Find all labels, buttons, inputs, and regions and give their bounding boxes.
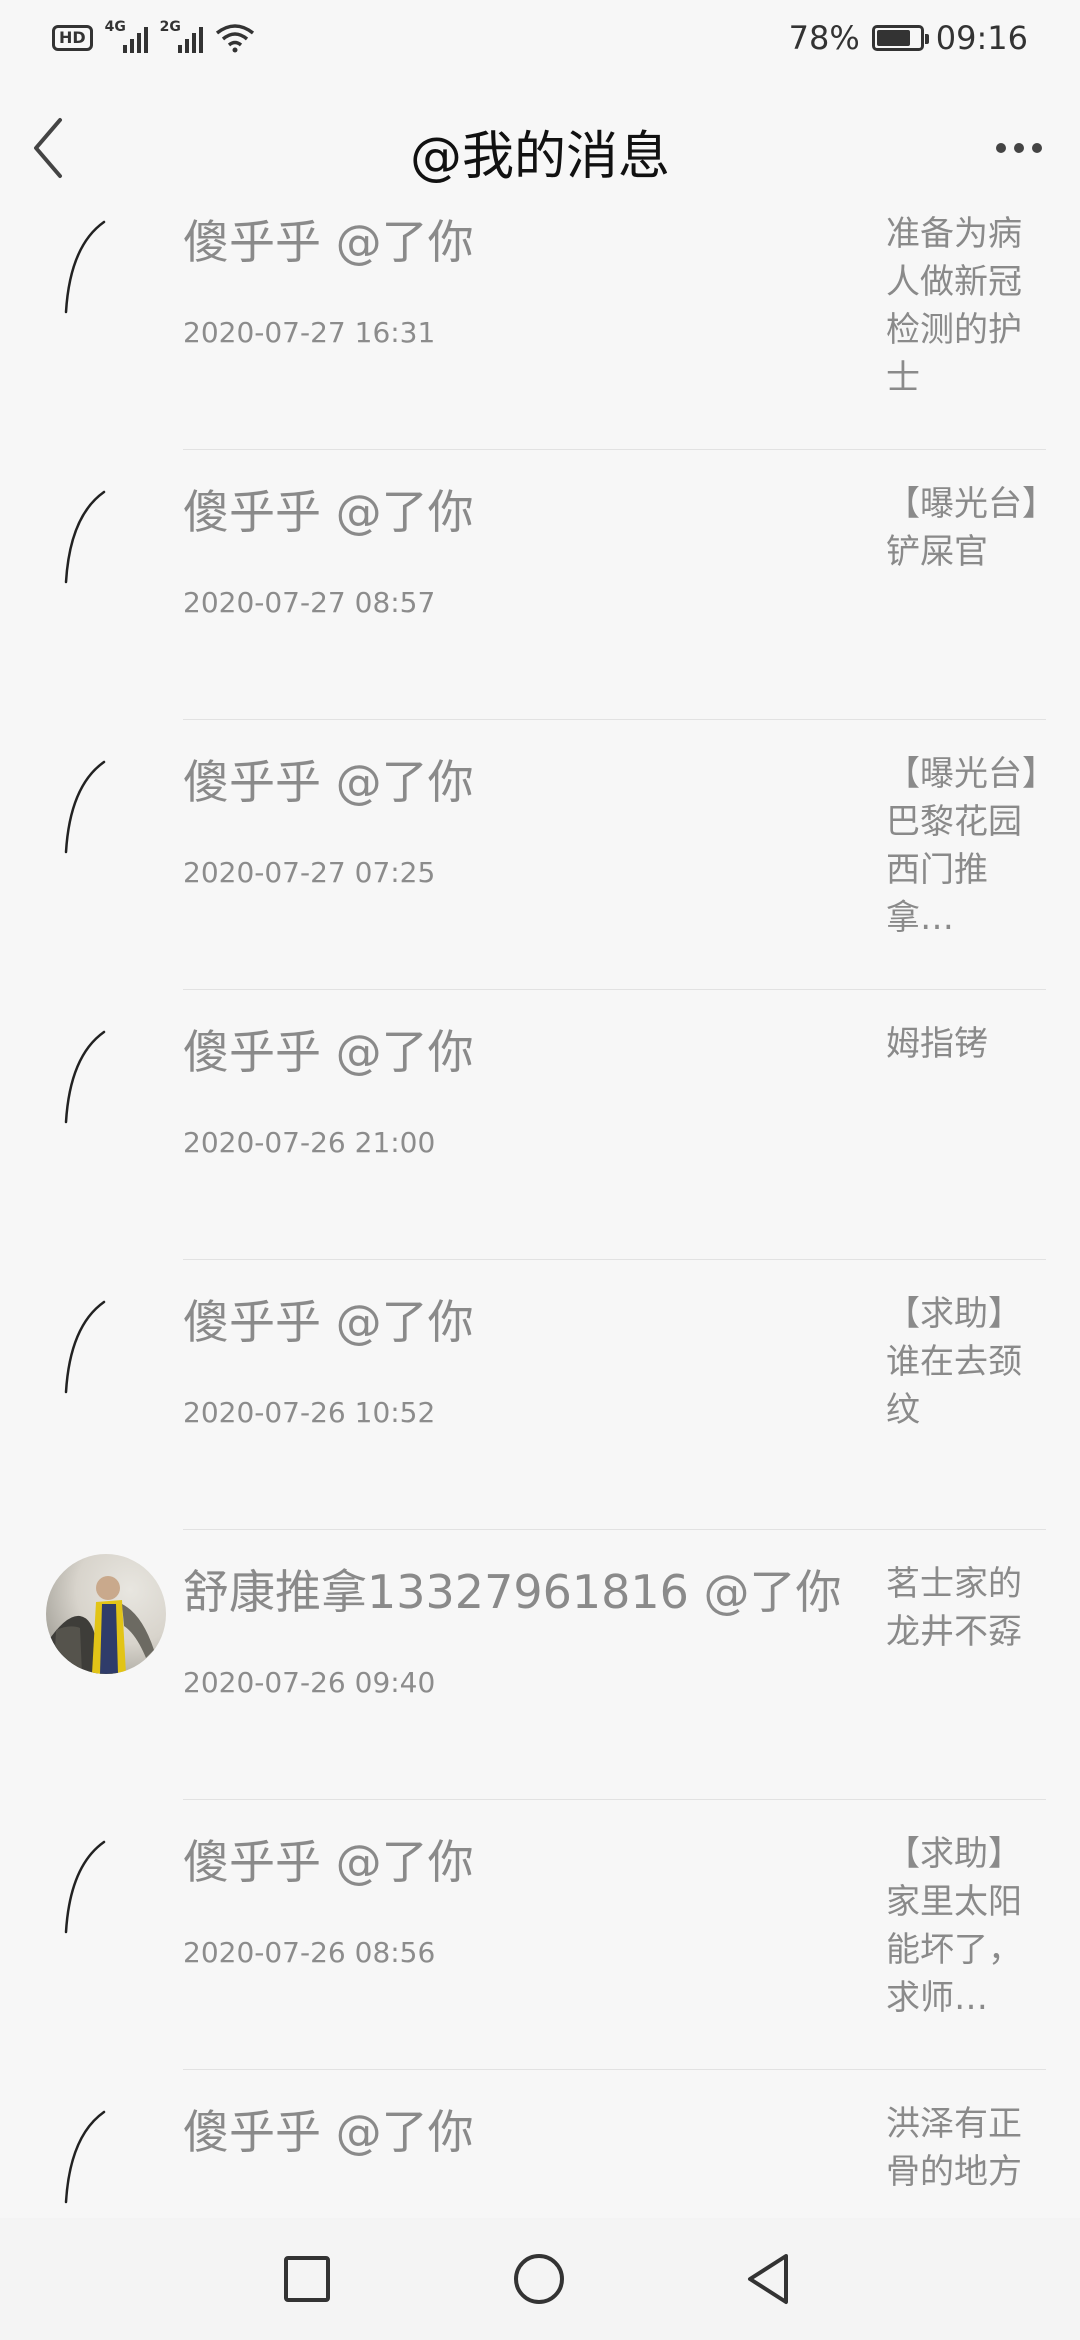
message-item[interactable]: 傻乎乎 @了你 2020-07-26 10:52 【求助】谁在去颈纹: [0, 1260, 1080, 1530]
post-snippet[interactable]: 姆指铐: [886, 1020, 1046, 1068]
status-left: HD 4G 2G: [52, 19, 255, 56]
more-options-button[interactable]: [986, 118, 1052, 178]
sender-name[interactable]: 舒康推拿13327961816 @了你: [183, 1556, 842, 1622]
avatar-photo-image: [46, 1576, 154, 1674]
more-dot: [1014, 143, 1024, 153]
sender-name[interactable]: 傻乎乎 @了你: [183, 1016, 474, 1082]
home-button[interactable]: [506, 2246, 572, 2312]
more-dot: [1032, 143, 1042, 153]
message-time: 2020-07-27 16:31: [183, 316, 436, 349]
avatar[interactable]: [46, 1554, 166, 1674]
avatar-loading-icon[interactable]: [46, 1018, 168, 1140]
message-time: 2020-07-26 08:56: [183, 1936, 436, 1969]
message-time: 2020-07-26 10:52: [183, 1396, 436, 1429]
post-snippet[interactable]: 洪泽有正骨的地方: [886, 2100, 1046, 2196]
message-time: 2020-07-26 09:40: [183, 1666, 436, 1699]
sender-name[interactable]: 傻乎乎 @了你: [183, 1286, 474, 1352]
message-list: 傻乎乎 @了你 2020-07-27 16:31 准备为病人做新冠检测的护士 傻…: [0, 180, 1080, 2220]
network-type-2g: 2G: [159, 19, 181, 35]
page-title: @我的消息: [409, 127, 670, 187]
back-nav-button[interactable]: [736, 2246, 802, 2312]
battery-percent: 78%: [788, 19, 860, 57]
sender-name[interactable]: 傻乎乎 @了你: [183, 746, 474, 812]
avatar-loading-icon[interactable]: [46, 478, 168, 600]
screen: HD 4G 2G 78% 09:16 @我的消息 傻乎乎 @了你 2020-07…: [0, 0, 1080, 2340]
post-snippet[interactable]: 【曝光台】巴黎花园西门推拿…: [886, 750, 1046, 942]
message-item[interactable]: 傻乎乎 @了你 2020-07-27 07:25 【曝光台】巴黎花园西门推拿…: [0, 720, 1080, 990]
hd-badge: HD: [52, 25, 93, 51]
signal-icon-4g: 4G: [105, 19, 148, 53]
system-nav-bar: [0, 2218, 1080, 2340]
post-snippet[interactable]: 茗士家的龙井不孬: [886, 1560, 1046, 1656]
status-bar: HD 4G 2G 78% 09:16: [0, 0, 1080, 78]
post-snippet[interactable]: 准备为病人做新冠检测的护士: [886, 210, 1046, 402]
sender-name[interactable]: 傻乎乎 @了你: [183, 476, 474, 542]
status-right: 78% 09:16: [789, 18, 1028, 58]
message-item[interactable]: 傻乎乎 @了你 2020-07-27 16:31 准备为病人做新冠检测的护士: [0, 180, 1080, 450]
avatar-loading-icon[interactable]: [46, 748, 168, 870]
message-item[interactable]: 傻乎乎 @了你 2020-07-27 08:57 【曝光台】铲屎官: [0, 450, 1080, 720]
message-item[interactable]: 傻乎乎 @了你 2020-07-26 21:00 姆指铐: [0, 990, 1080, 1260]
avatar-loading-icon[interactable]: [46, 2098, 168, 2220]
wifi-icon: [215, 24, 254, 53]
message-time: 2020-07-27 08:57: [183, 586, 436, 619]
message-time: 2020-07-27 07:25: [183, 856, 436, 889]
battery-fill: [876, 30, 910, 46]
message-item[interactable]: 舒康推拿13327961816 @了你 2020-07-26 09:40 茗士家…: [0, 1530, 1080, 1800]
avatar-loading-icon[interactable]: [46, 1828, 168, 1950]
recent-apps-button[interactable]: [274, 2246, 340, 2312]
sender-name[interactable]: 傻乎乎 @了你: [183, 1826, 474, 1892]
sender-name[interactable]: 傻乎乎 @了你: [183, 2096, 474, 2162]
message-time: 2020-07-26 21:00: [183, 1126, 436, 1159]
avatar-loading-icon[interactable]: [46, 1288, 168, 1410]
more-dot: [996, 143, 1006, 153]
signal-icon-2g: 2G: [160, 19, 203, 53]
post-snippet[interactable]: 【求助】家里太阳能坏了，求师…: [886, 1830, 1046, 2022]
post-snippet[interactable]: 【求助】谁在去颈纹: [886, 1290, 1046, 1434]
message-item[interactable]: 傻乎乎 @了你 洪泽有正骨的地方: [0, 2070, 1080, 2220]
message-item[interactable]: 傻乎乎 @了你 2020-07-26 08:56 【求助】家里太阳能坏了，求师…: [0, 1800, 1080, 2070]
avatar-loading-icon[interactable]: [46, 208, 168, 330]
post-snippet[interactable]: 【曝光台】铲屎官: [886, 480, 1046, 576]
battery-icon: [871, 25, 929, 51]
network-type-4g: 4G: [104, 19, 126, 35]
sender-name[interactable]: 傻乎乎 @了你: [183, 206, 474, 272]
clock: 09:16: [935, 19, 1028, 57]
